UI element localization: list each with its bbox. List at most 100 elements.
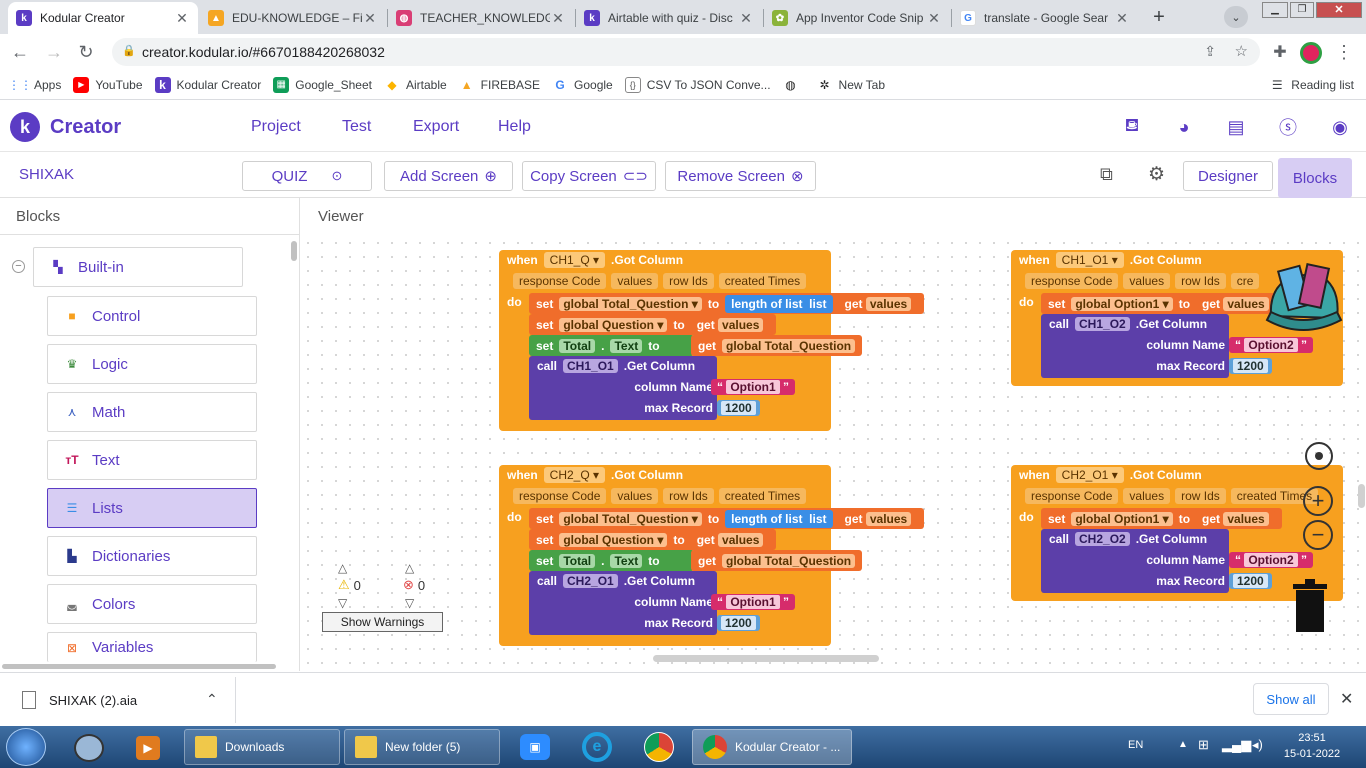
tab-kodular-creator[interactable]: k Kodular Creator ✕ (8, 2, 198, 34)
number-block[interactable]: 1200 (717, 398, 760, 418)
zoom-out-icon[interactable]: − (1303, 520, 1333, 550)
window-close-icon[interactable]: ✕ (1316, 2, 1362, 18)
set-property-block[interactable]: set Total. Text to (529, 335, 694, 356)
component-dropdown[interactable]: CH1_O2 (1075, 317, 1130, 331)
component-dropdown[interactable]: CH1_Q ▾ (543, 252, 606, 268)
component-dropdown[interactable]: CH1_O1 ▾ (1055, 252, 1124, 268)
extensions-icon[interactable]: ✚ (1266, 38, 1294, 66)
category-control[interactable]: ■ Control (47, 296, 257, 336)
bookmark-csv-json[interactable]: {} CSV To JSON Conve... (624, 76, 771, 93)
close-tab-icon[interactable]: ✕ (550, 10, 566, 27)
category-colors[interactable]: ◛ Colors (47, 584, 257, 624)
chevron-up-icon[interactable]: ⌃ (206, 691, 218, 708)
address-bar[interactable]: 🔒 creator.kodular.io/#6670188420268032 ⇪… (112, 38, 1260, 66)
show-warnings-button[interactable]: Show Warnings (322, 612, 443, 632)
string-block[interactable]: “ Option1 ” (711, 592, 796, 612)
zoom-in-icon[interactable]: + (1303, 486, 1333, 516)
length-of-list-block[interactable]: length of list list (725, 509, 833, 528)
menu-project[interactable]: Project (251, 118, 301, 136)
param-chip[interactable]: response Code (513, 488, 607, 504)
brand-title[interactable]: Creator (50, 116, 121, 139)
set-property-block[interactable]: set Total. Text to (529, 550, 694, 571)
bookmark-kodular[interactable]: k Kodular Creator (154, 76, 261, 93)
gallery-icon[interactable]: ⧉ (1100, 164, 1122, 186)
param-chip[interactable]: response Code (513, 273, 607, 289)
bookmark-firebase[interactable]: ▲ FIREBASE (459, 77, 540, 93)
close-tab-icon[interactable]: ✕ (362, 10, 378, 27)
close-tab-icon[interactable]: ✕ (174, 10, 190, 27)
tab-translate[interactable]: G translate - Google Sear ✕ (952, 2, 1138, 34)
get-block[interactable]: get values (838, 294, 918, 313)
copy-screen-button[interactable]: Copy Screen ⊂⊃ (522, 161, 656, 191)
param-chip[interactable]: response Code (1025, 273, 1119, 289)
param-chip[interactable]: values (611, 488, 659, 504)
number-block[interactable]: 1200 (717, 613, 760, 633)
set-block[interactable]: set global Question ▾ to get values (529, 529, 777, 550)
dollar-icon[interactable]: ⓢ (1277, 116, 1299, 138)
bookmark-star-icon[interactable]: ☆ (1235, 42, 1248, 60)
vertical-scrollbar[interactable] (1358, 484, 1365, 508)
set-block[interactable]: set global Total_Question ▾ to length of… (529, 293, 925, 314)
bookmark-globe[interactable]: ◍ (783, 77, 805, 93)
tab-edu-knowledge[interactable]: ▲ EDU-KNOWLEDGE – Fir ✕ (200, 2, 386, 34)
bookmark-google[interactable]: G Google (552, 77, 612, 93)
variable-dropdown[interactable]: global Total_Question ▾ (559, 296, 702, 311)
param-chip[interactable]: cre (1230, 273, 1260, 289)
error-prev-icon[interactable]: △ (405, 561, 414, 575)
forward-arrow-icon[interactable]: → (40, 38, 68, 66)
component-dropdown[interactable]: Total (559, 553, 596, 568)
tab-app-inventor[interactable]: ✿ App Inventor Code Snip ✕ (764, 2, 950, 34)
ie-icon[interactable]: e (582, 732, 612, 762)
bookmark-google-sheet[interactable]: ▦ Google_Sheet (273, 76, 372, 93)
maximize-icon[interactable]: ❐ (1290, 2, 1314, 18)
new-tab-button[interactable]: + (1146, 4, 1172, 30)
category-lists[interactable]: ☰ Lists (47, 488, 257, 528)
get-block[interactable]: get values (1196, 509, 1275, 528)
warning-next-icon[interactable]: ▽ (338, 596, 347, 610)
param-chip[interactable]: values (611, 273, 659, 289)
settings-gear-icon[interactable]: ⚙ (1148, 163, 1170, 185)
component-dropdown[interactable]: CH1_O1 (563, 359, 618, 373)
set-block[interactable]: set global Total_Question ▾ to length of… (529, 508, 925, 529)
reading-list[interactable]: ☰ Reading list (1269, 77, 1354, 93)
kodular-logo-icon[interactable]: k (10, 112, 40, 142)
minimize-icon[interactable]: ▁ (1262, 2, 1288, 18)
component-dropdown[interactable]: CH2_O2 (1075, 532, 1130, 546)
call-method-block[interactable]: call CH1_O2 .Get Column column Name max … (1041, 314, 1229, 378)
property-dropdown[interactable]: Text (610, 553, 643, 568)
reload-icon[interactable]: ↻ (72, 38, 100, 66)
folder-star-icon[interactable]: ⛾ (1121, 115, 1143, 138)
trash-icon[interactable] (1289, 576, 1331, 632)
event-block[interactable]: when CH1_Q ▾ .Got Column response Code v… (499, 250, 925, 431)
media-player-icon[interactable] (74, 734, 104, 762)
close-downloads-icon[interactable]: ✕ (1340, 689, 1353, 709)
component-dropdown[interactable]: Total (559, 338, 596, 353)
number-block[interactable]: 1200 (1229, 571, 1272, 591)
close-tab-icon[interactable]: ✕ (738, 10, 754, 27)
blocks-button[interactable]: Blocks (1278, 158, 1352, 198)
builtin-category[interactable]: ▚ Built-in (33, 247, 243, 287)
length-of-list-block[interactable]: length of list list (725, 294, 833, 313)
set-block[interactable]: set global Option1 ▾ to get values (1041, 508, 1282, 529)
screen-select[interactable]: QUIZ ⊙ (242, 161, 372, 191)
param-chip[interactable]: response Code (1025, 488, 1119, 504)
back-arrow-icon[interactable]: ← (6, 38, 34, 66)
volume-icon[interactable]: ◂) (1252, 737, 1263, 753)
category-text[interactable]: тT Text (47, 440, 257, 480)
taskbar-kodular-creator[interactable]: Kodular Creator - ... (692, 729, 852, 765)
set-block[interactable]: set global Question ▾ to get values (529, 314, 777, 335)
menu-test[interactable]: Test (342, 118, 371, 136)
component-dropdown[interactable]: CH2_O1 (563, 574, 618, 588)
signal-icon[interactable]: ▂▄▆ (1222, 737, 1251, 753)
show-all-button[interactable]: Show all (1253, 683, 1329, 715)
tab-teacher-knowledge[interactable]: ◍ TEACHER_KNOWLEDGE ✕ (388, 2, 574, 34)
network-icon[interactable]: ⊞ (1198, 737, 1209, 753)
horizontal-scrollbar[interactable] (2, 664, 276, 669)
share-icon[interactable]: ⇪ (1204, 43, 1216, 60)
recenter-icon[interactable] (1305, 442, 1333, 470)
category-math[interactable]: ⋏ Math (47, 392, 257, 432)
bookmark-airtable[interactable]: ◆ Airtable (384, 77, 446, 93)
param-chip[interactable]: row Ids (1175, 488, 1226, 504)
component-dropdown[interactable]: CH2_O1 ▾ (1055, 467, 1124, 483)
call-method-block[interactable]: call CH2_O1 .Get Column column Name max … (529, 571, 717, 635)
